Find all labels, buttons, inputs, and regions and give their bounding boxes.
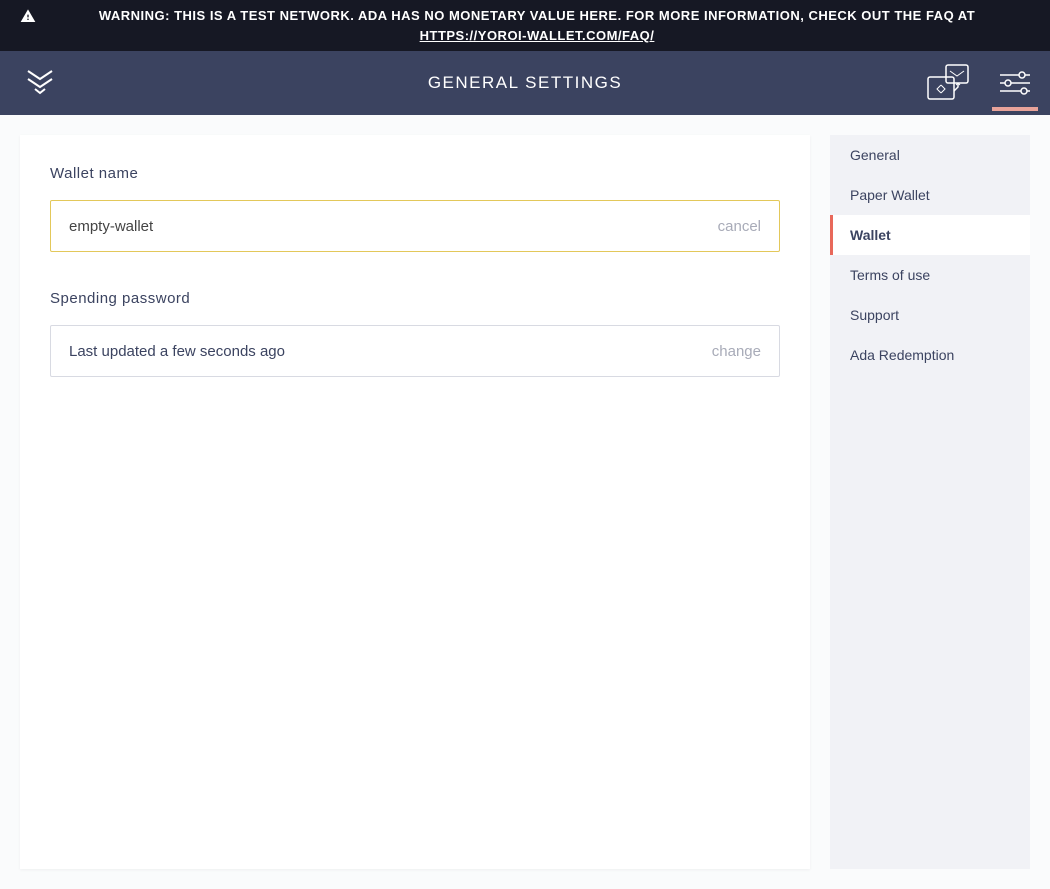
- sidebar-item-label: General: [850, 147, 900, 163]
- sidebar-item-label: Paper Wallet: [850, 187, 930, 203]
- sidebar-item-terms-of-use[interactable]: Terms of use: [830, 255, 1030, 295]
- settings-sidebar: General Paper Wallet Wallet Terms of use…: [830, 135, 1030, 869]
- warning-text: WARNING: THIS IS A TEST NETWORK. ADA HAS…: [44, 6, 1030, 45]
- wallet-name-label: Wallet name: [50, 165, 780, 182]
- page-title: GENERAL SETTINGS: [428, 73, 622, 93]
- warning-icon: [20, 8, 36, 30]
- sidebar-item-general[interactable]: General: [830, 135, 1030, 175]
- app-logo-icon[interactable]: [24, 67, 56, 99]
- password-status-text: Last updated a few seconds ago: [69, 343, 285, 360]
- sidebar-item-ada-redemption[interactable]: Ada Redemption: [830, 335, 1030, 375]
- sidebar-item-wallet[interactable]: Wallet: [830, 215, 1030, 255]
- cancel-button[interactable]: cancel: [718, 218, 761, 235]
- main-panel: Wallet name cancel Spending password Las…: [20, 135, 810, 869]
- faq-link[interactable]: HTTPS://YOROI-WALLET.COM/FAQ/: [420, 28, 655, 43]
- warning-message: WARNING: THIS IS A TEST NETWORK. ADA HAS…: [99, 8, 975, 23]
- content: Wallet name cancel Spending password Las…: [0, 115, 1050, 889]
- sidebar-item-label: Terms of use: [850, 267, 930, 283]
- header: GENERAL SETTINGS: [0, 51, 1050, 115]
- wallet-name-input[interactable]: [69, 218, 718, 235]
- sidebar-item-label: Wallet: [850, 227, 891, 243]
- sidebar-item-paper-wallet[interactable]: Paper Wallet: [830, 175, 1030, 215]
- sidebar-item-label: Ada Redemption: [850, 347, 954, 363]
- spending-password-label: Spending password: [50, 290, 780, 307]
- wallets-icon[interactable]: [926, 63, 970, 103]
- wallet-name-row: cancel: [50, 200, 780, 252]
- warning-banner: WARNING: THIS IS A TEST NETWORK. ADA HAS…: [0, 0, 1050, 51]
- settings-icon[interactable]: [1000, 71, 1030, 95]
- header-actions: [926, 63, 1030, 103]
- sidebar-item-support[interactable]: Support: [830, 295, 1030, 335]
- sidebar-item-label: Support: [850, 307, 899, 323]
- change-button[interactable]: change: [712, 343, 761, 360]
- spending-password-row: Last updated a few seconds ago change: [50, 325, 780, 377]
